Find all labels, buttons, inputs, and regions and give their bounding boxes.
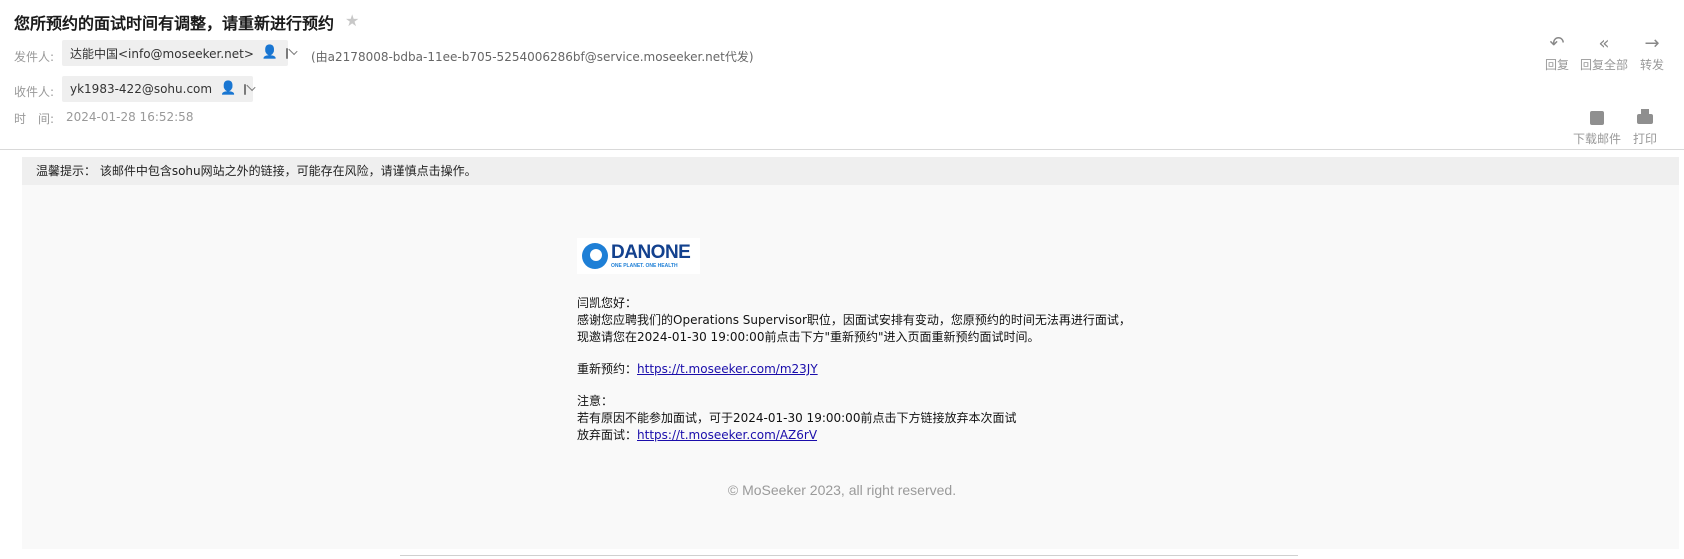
time-label: 时 间: <box>14 112 55 126</box>
greeting: 闫凯您好： <box>577 296 638 310</box>
rebook-row: 重新预约：https://t.moseeker.com/m23JY <box>577 361 818 378</box>
mail-contact-icon[interactable] <box>286 47 289 59</box>
star-icon[interactable]: ★ <box>345 11 359 31</box>
logo-word: DANONE <box>611 242 691 263</box>
forward-label: 转发 <box>1640 58 1665 72</box>
security-warning: 温馨提示： 该邮件中包含sohu网站之外的链接，可能存在风险，请谨慎点击操作。 <box>22 157 1679 185</box>
body-line-1: 感谢您应聘我们的Operations Supervisor职位，因面试安排有变动… <box>577 313 1131 327</box>
print-icon <box>1637 109 1653 124</box>
download-icon <box>1590 111 1604 125</box>
to-label: 收件人: <box>14 85 55 99</box>
reply-all-icon: « <box>1598 33 1610 54</box>
from-address[interactable]: 达能中国<info@moseeker.net> <box>70 45 254 62</box>
copyright-footer: © MoSeeker 2023, all right reserved. <box>727 482 957 498</box>
reply-icon: ↶ <box>1549 33 1565 54</box>
divider <box>400 555 1298 556</box>
reply-button[interactable]: ↶ 回复 <box>1545 34 1569 73</box>
reply-label: 回复 <box>1545 58 1570 72</box>
mail-header: 您所预约的面试时间有调整，请重新进行预约 ★ 发件人: 达能中国<info@mo… <box>0 0 1684 150</box>
add-contact-icon[interactable]: 👤 <box>220 82 236 96</box>
forward-button[interactable]: → 转发 <box>1640 34 1664 73</box>
reply-all-label: 回复全部 <box>1580 58 1629 72</box>
via-address: (由a2178008-bdba-11ee-b705-5254006286bf@s… <box>311 50 754 64</box>
print-label: 打印 <box>1633 132 1658 146</box>
mail-subject: 您所预约的面试时间有调整，请重新进行预约 <box>14 14 335 33</box>
giveup-link[interactable]: https://t.moseeker.com/AZ6rV <box>637 428 817 442</box>
mail-contact-icon[interactable] <box>244 83 247 95</box>
download-label: 下载邮件 <box>1573 132 1622 146</box>
forward-icon: → <box>1644 33 1660 54</box>
sent-time: 2024-01-28 16:52:58 <box>66 110 194 124</box>
giveup-row: 放弃面试：https://t.moseeker.com/AZ6rV <box>577 427 817 444</box>
to-address[interactable]: yk1983-422@sohu.com <box>70 82 212 96</box>
add-contact-icon[interactable]: 👤 <box>262 46 278 60</box>
danone-logo-icon <box>582 243 608 269</box>
reply-all-button[interactable]: « 回复全部 <box>1580 34 1628 73</box>
from-address-pill[interactable]: 达能中国<info@moseeker.net> 👤 <box>62 40 289 66</box>
logo-text: DANONE ONE PLANET. ONE HEALTH <box>611 242 691 269</box>
note-line: 若有原因不能参加面试，可于2024-01-30 19:00:00前点击下方链接放… <box>577 411 1017 425</box>
from-label: 发件人: <box>14 50 55 64</box>
rebook-label: 重新预约： <box>577 362 638 376</box>
download-button[interactable]: 下载邮件 <box>1573 108 1621 147</box>
logo-tagline: ONE PLANET. ONE HEALTH <box>611 263 678 269</box>
print-button[interactable]: 打印 <box>1633 108 1657 147</box>
to-address-pill[interactable]: yk1983-422@sohu.com 👤 <box>62 76 253 102</box>
danone-logo: DANONE ONE PLANET. ONE HEALTH <box>577 238 700 274</box>
giveup-label: 放弃面试： <box>577 428 638 442</box>
note-label: 注意： <box>577 394 614 408</box>
rebook-link[interactable]: https://t.moseeker.com/m23JY <box>637 362 818 376</box>
body-line-2: 现邀请您在2024-01-30 19:00:00前点击下方"重新预约"进入页面重… <box>577 330 1040 344</box>
